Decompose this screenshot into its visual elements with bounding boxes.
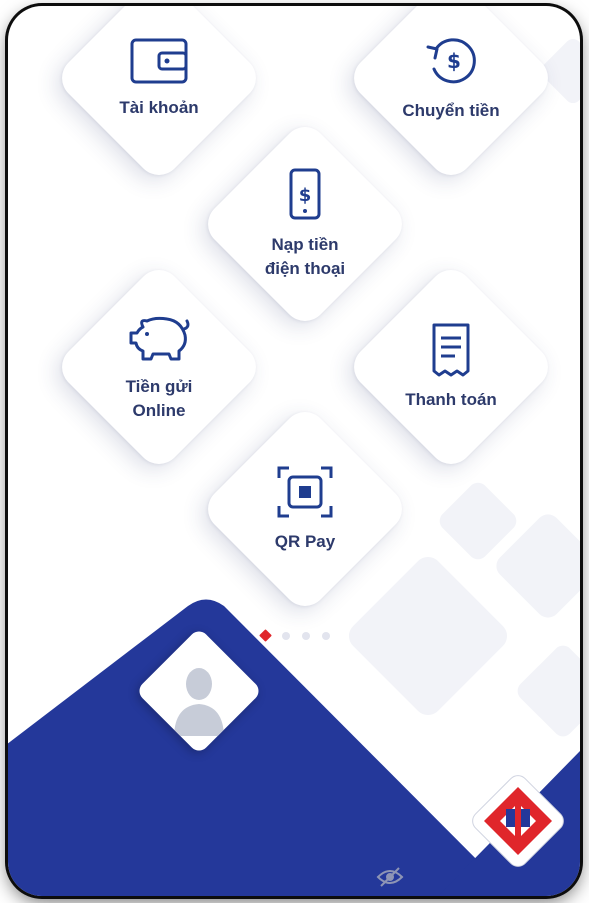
menu-label-topup: Nạp tiền điện thoại bbox=[264, 235, 346, 278]
eye-slash-icon[interactable] bbox=[376, 866, 404, 888]
wallet-icon bbox=[130, 38, 188, 84]
page-dot-4[interactable] bbox=[322, 631, 330, 640]
piggy-bank-icon bbox=[129, 316, 190, 361]
page-indicator bbox=[259, 629, 330, 642]
page-dot-1[interactable] bbox=[259, 629, 272, 642]
qr-scan-icon bbox=[277, 466, 333, 518]
menu-label-payment: Thanh toán bbox=[405, 390, 497, 409]
menu-label-transfer: Chuyển tiền bbox=[402, 101, 500, 120]
menu-label-account: Tài khoản bbox=[119, 98, 199, 117]
svg-text:$: $ bbox=[299, 185, 312, 206]
menu-label-deposit: Tiền gửi Online bbox=[125, 377, 193, 420]
phone-frame: Tài khoản $ Chuyển tiền $ Nạp tiền điện … bbox=[8, 6, 580, 896]
bank-logo bbox=[472, 775, 564, 867]
money-transfer-icon: $ bbox=[426, 38, 476, 84]
phone-dollar-icon: $ bbox=[289, 168, 321, 220]
receipt-icon bbox=[432, 323, 470, 377]
page-dot-2[interactable] bbox=[282, 631, 290, 640]
svg-text:$: $ bbox=[447, 49, 461, 73]
menu-label-qrpay: QR Pay bbox=[274, 532, 336, 551]
user-silhouette-icon bbox=[174, 668, 224, 738]
page-dot-3[interactable] bbox=[302, 631, 310, 640]
menu-item-qrpay[interactable]: QR Pay bbox=[200, 404, 410, 614]
